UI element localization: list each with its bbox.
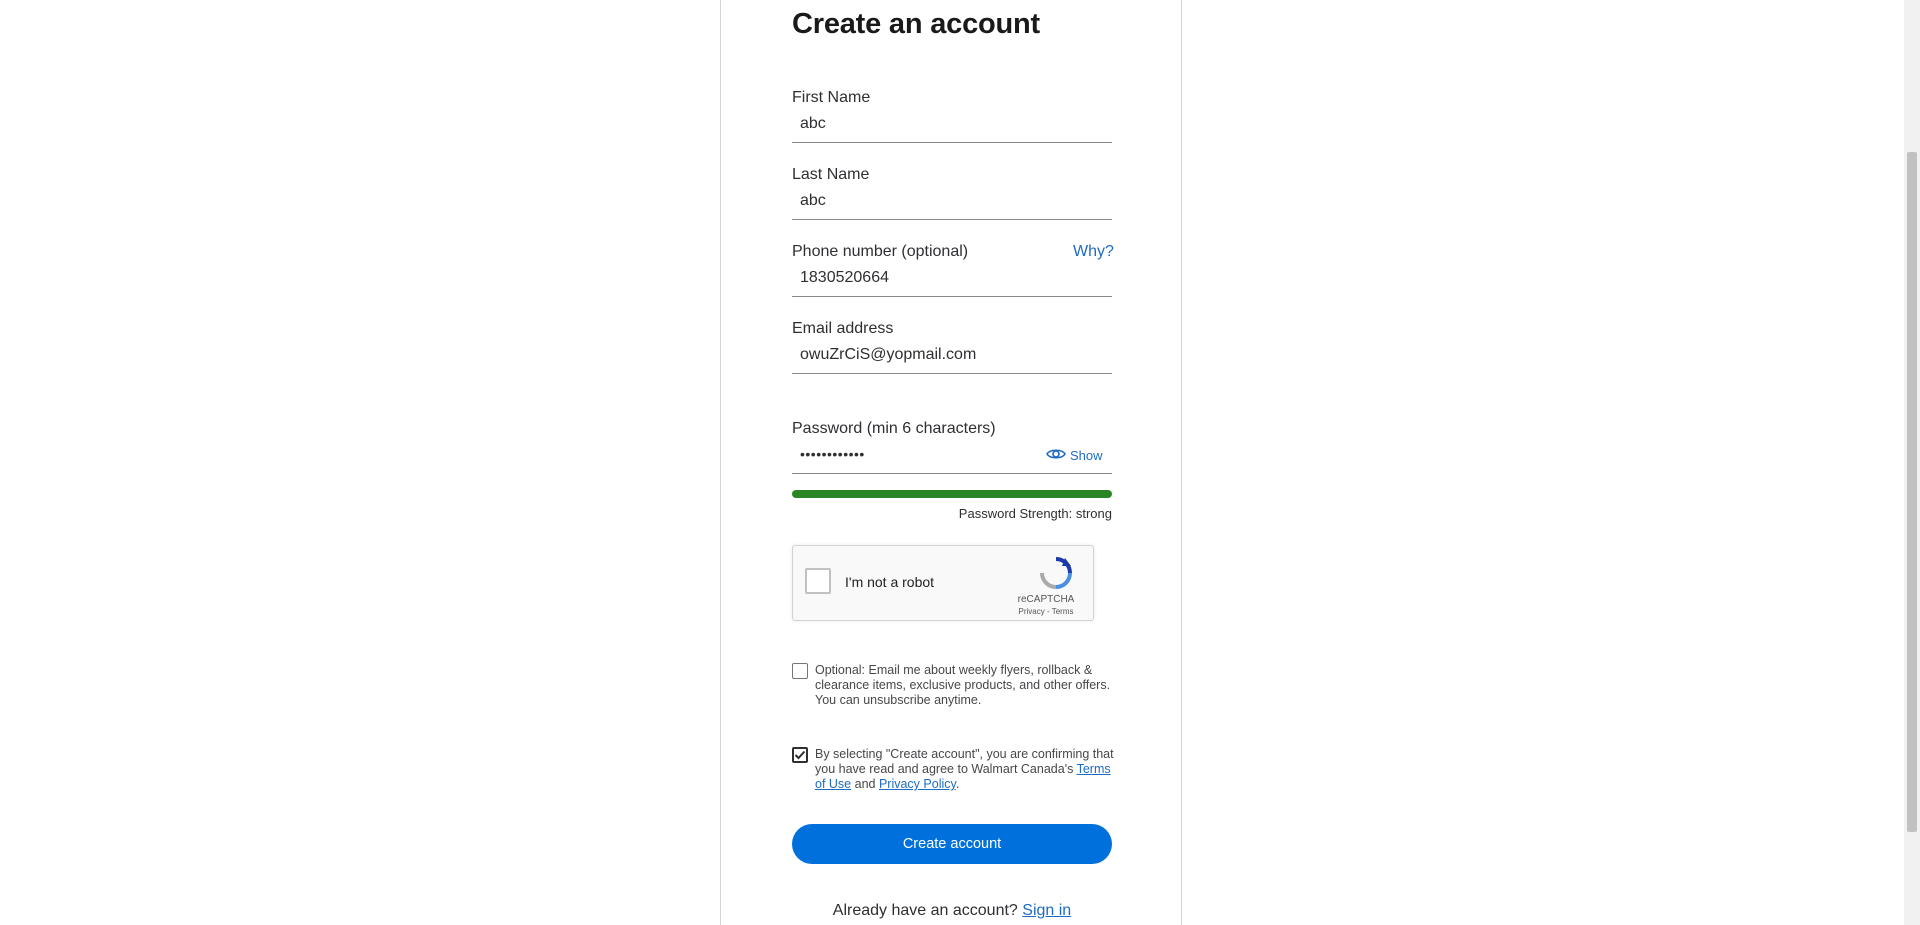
eye-icon bbox=[1046, 447, 1066, 464]
show-password-label: Show bbox=[1070, 448, 1103, 463]
consent-text: By selecting "Create account", you are c… bbox=[815, 747, 1114, 791]
recaptcha-privacy-link[interactable]: Privacy bbox=[1019, 607, 1045, 616]
recaptcha-widget: I'm not a robot reCAPTCHA Privacy - Term… bbox=[792, 545, 1094, 621]
recaptcha-links: Privacy - Terms bbox=[1018, 607, 1074, 616]
email-label: Email address bbox=[792, 320, 894, 337]
phone-underline bbox=[792, 296, 1112, 297]
create-account-button[interactable]: Create account bbox=[792, 824, 1112, 864]
password-label: Password (min 6 characters) bbox=[792, 420, 996, 437]
password-strength-bar bbox=[792, 490, 1112, 498]
recaptcha-checkbox[interactable] bbox=[805, 568, 831, 594]
signin-prompt: Already have an account? Sign in bbox=[832, 902, 1072, 919]
sign-in-link[interactable]: Sign in bbox=[1022, 902, 1071, 919]
checkmark-icon bbox=[794, 750, 806, 760]
page-title: Create an account bbox=[792, 8, 1041, 40]
password-underline bbox=[792, 473, 1112, 474]
email-input[interactable]: owuZrCiS@yopmail.com bbox=[800, 346, 976, 364]
optin-text: Optional: Email me about weekly flyers, … bbox=[815, 663, 1111, 707]
optin-checkbox[interactable] bbox=[792, 663, 808, 679]
scrollbar-thumb[interactable] bbox=[1907, 152, 1917, 832]
email-underline bbox=[792, 373, 1112, 374]
first-name-input[interactable]: abc bbox=[800, 115, 826, 133]
last-name-input[interactable]: abc bbox=[800, 192, 826, 210]
first-name-label: First Name bbox=[792, 89, 871, 106]
recaptcha-terms-link[interactable]: Terms bbox=[1052, 607, 1074, 616]
show-password-button[interactable]: Show bbox=[1046, 447, 1103, 464]
consent-checkbox[interactable] bbox=[792, 747, 808, 763]
privacy-policy-link[interactable]: Privacy Policy bbox=[879, 777, 956, 791]
phone-input[interactable]: 1830520664 bbox=[800, 269, 889, 287]
recaptcha-logo-icon bbox=[1039, 556, 1073, 595]
first-name-underline bbox=[792, 142, 1112, 143]
recaptcha-brand: reCAPTCHA bbox=[1017, 594, 1075, 605]
last-name-label: Last Name bbox=[792, 166, 870, 183]
why-phone-link[interactable]: Why? bbox=[1073, 243, 1114, 261]
password-strength-text: Password Strength: strong bbox=[958, 506, 1112, 521]
phone-label: Phone number (optional) bbox=[792, 243, 969, 260]
recaptcha-label: I'm not a robot bbox=[845, 574, 935, 590]
password-input[interactable]: •••••••••••• bbox=[800, 446, 865, 462]
last-name-underline bbox=[792, 219, 1112, 220]
